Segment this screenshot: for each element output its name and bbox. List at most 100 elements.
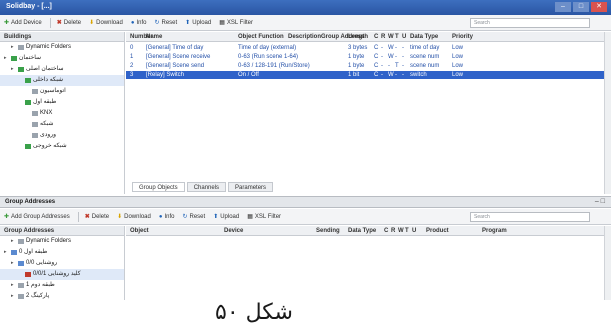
add-group-addresses-button[interactable]: ✚ Add Group Addresses [4, 213, 70, 221]
tree-item[interactable]: KNX [0, 108, 124, 119]
column-header[interactable]: Object Function [238, 32, 284, 42]
filter-icon: ▦ [219, 20, 225, 26]
expand-arrow-icon[interactable]: ▸ [4, 53, 9, 64]
column-header[interactable]: T [395, 32, 399, 42]
column-header[interactable]: C [374, 32, 378, 42]
info-button[interactable]: ● Info [131, 20, 147, 26]
tree-item[interactable]: شبکه داخلی [0, 75, 124, 86]
column-header[interactable]: Object [130, 226, 149, 236]
upload-button[interactable]: ⬆ Upload [213, 213, 239, 221]
tree-item[interactable]: ▸ ساختمان اصلی [0, 64, 124, 75]
plus-icon: ✚ [4, 20, 10, 26]
download-button[interactable]: ⬇ Download [89, 19, 123, 27]
column-header[interactable]: Length [348, 32, 368, 42]
tree-item[interactable]: طبقه اول [0, 97, 124, 108]
column-header[interactable]: U [402, 32, 406, 42]
tree-item[interactable]: ▸ 0/0 روشنایی [0, 258, 124, 269]
column-header[interactable]: Program [482, 226, 507, 236]
column-header[interactable]: W [388, 32, 394, 42]
tree-item-label: Dynamic Folders [26, 44, 72, 50]
tree-item[interactable]: ▸ 1 طبقه دوم [0, 280, 124, 291]
tree-item[interactable]: ▸ 0 طبقه اول [0, 247, 124, 258]
tree-item[interactable]: ▸ ساختمان [0, 53, 124, 64]
table-cell: - [402, 72, 404, 78]
tree-item[interactable]: ▸ Dynamic Folders [0, 236, 124, 247]
download-button[interactable]: ⬇ Download [117, 213, 151, 221]
table-row[interactable]: 1 [General] Scene receive 0-63 (Run scene … [126, 53, 604, 61]
tree-item[interactable]: شبکه خروجی [0, 141, 124, 152]
tree-item[interactable]: ورودی [0, 130, 124, 141]
tab-group-objects[interactable]: Group Objects [132, 182, 185, 192]
folder-icon [18, 45, 24, 50]
add-device-button[interactable]: ✚ Add Device [4, 19, 42, 27]
tab-parameters[interactable]: Parameters [228, 182, 274, 192]
column-header[interactable]: R [391, 226, 395, 236]
tree-item-label: 0 طبقه اول [19, 249, 48, 255]
group-addresses-tree-header[interactable]: Group Addresses [0, 226, 124, 236]
vertical-scrollbar[interactable] [604, 226, 611, 300]
column-header[interactable]: Product [426, 226, 449, 236]
expand-arrow-icon[interactable]: ▸ [11, 42, 16, 53]
table-row[interactable]: 2 [General] Scene send 0-63 / 128-191 (Run… [126, 62, 604, 70]
column-header[interactable]: Device [224, 226, 243, 236]
maximize-button[interactable]: □ [573, 2, 589, 12]
reset-icon: ↻ [154, 20, 160, 26]
column-header[interactable]: W [398, 226, 404, 236]
tree-item-label: KNX [40, 110, 53, 116]
table-cell: - [395, 72, 397, 78]
expand-arrow-icon[interactable]: ▸ [11, 291, 16, 302]
xsl-filter-button[interactable]: ▦ XSL Filter [247, 213, 281, 221]
table-row[interactable]: 0 [General] Time of day Time of day (exter… [126, 44, 604, 52]
expand-arrow-icon[interactable]: ▸ [4, 247, 9, 258]
expand-arrow-icon[interactable]: ▸ [11, 258, 16, 269]
folder-icon [25, 78, 31, 83]
table-cell: 0 [130, 45, 134, 51]
tree-item[interactable]: 0/0/1 کلید روشنایی [0, 269, 124, 280]
column-header[interactable]: R [381, 32, 385, 42]
delete-button[interactable]: ✖ Delete [57, 19, 81, 27]
vertical-scrollbar[interactable] [604, 32, 611, 194]
column-header[interactable]: Data Type [410, 32, 438, 42]
tree-item-label: ساختمان [19, 55, 42, 61]
folder-icon [32, 133, 38, 138]
table-cell: scene num [410, 54, 440, 60]
column-header[interactable]: U [412, 226, 416, 236]
column-header[interactable]: Name [146, 32, 162, 42]
column-header[interactable]: Sending [316, 226, 340, 236]
tab-channels[interactable]: Channels [186, 182, 227, 192]
folder-icon [18, 261, 24, 266]
delete-button[interactable]: ✖ Delete [85, 213, 109, 221]
section-window-controls[interactable]: – □ [595, 198, 605, 205]
table-cell: C [374, 45, 379, 51]
close-button[interactable]: ✕ [591, 2, 607, 12]
column-header[interactable]: Data Type [348, 226, 376, 236]
folder-icon [32, 111, 38, 116]
tree-item[interactable]: ▸ 2 پارکینگ [0, 291, 124, 302]
table-cell: W [388, 45, 394, 51]
table-row[interactable]: 3 [Relay] Switch On / Off 1 bit C - W - - switch L… [126, 71, 604, 79]
upload-button[interactable]: ⬆ Upload [185, 19, 211, 27]
column-header[interactable]: T [405, 226, 409, 236]
tree-item[interactable]: اتوماسیون [0, 86, 124, 97]
tree-item[interactable]: ▸ Dynamic Folders [0, 42, 124, 53]
table-cell: Time of day (external) [238, 45, 297, 51]
table-cell: 0-63 (Run scene 1-64) [238, 54, 299, 60]
buildings-tree-header[interactable]: Buildings [0, 32, 124, 42]
download-icon: ⬇ [89, 20, 95, 26]
tree-item[interactable]: شبکه [0, 119, 124, 130]
group-addresses-search-input[interactable]: Search [470, 212, 590, 222]
expand-arrow-icon[interactable]: ▸ [11, 64, 16, 75]
column-header[interactable]: Priority [452, 32, 473, 42]
column-header[interactable]: C [384, 226, 388, 236]
reset-button[interactable]: ↻ Reset [154, 19, 177, 27]
table-cell: [General] Scene receive [146, 54, 211, 60]
minimize-button[interactable]: – [555, 2, 571, 12]
devices-search-input[interactable]: Search [470, 18, 590, 28]
expand-arrow-icon[interactable]: ▸ [11, 280, 16, 291]
xsl-filter-button[interactable]: ▦ XSL Filter [219, 19, 253, 27]
info-button[interactable]: ● Info [159, 214, 175, 220]
table-cell: C [374, 54, 379, 60]
expand-arrow-icon[interactable]: ▸ [11, 236, 16, 247]
reset-button[interactable]: ↻ Reset [182, 213, 205, 221]
column-header[interactable]: Description [288, 32, 321, 42]
